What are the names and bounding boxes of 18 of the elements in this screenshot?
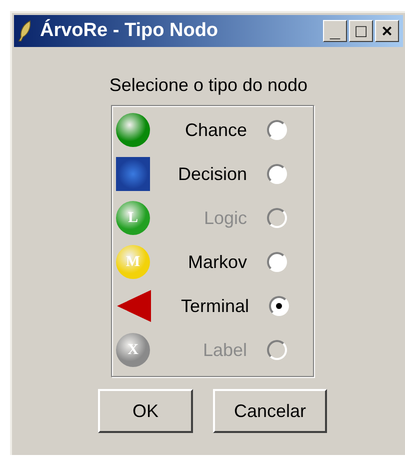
option-label: Markov [186,250,247,274]
ok-button[interactable]: OK [98,389,193,433]
maximize-button[interactable]: □ [349,20,373,42]
close-button[interactable]: × [375,20,399,42]
window-title: ÁrvoRe - Tipo Nodo [40,18,218,43]
option-label: Decision [176,162,247,186]
cancel-button[interactable]: Cancelar [213,389,327,433]
prompt-text: Selecione o tipo do nodo [108,74,309,97]
option-label: Label [202,338,247,362]
radio-button[interactable] [267,164,287,184]
radio-button[interactable] [269,296,289,316]
feather-icon [18,20,32,42]
option-label: Terminal [180,294,249,318]
option-label: Chance [184,118,247,142]
option-label: Logic [202,206,247,230]
minimize-button[interactable]: _ [323,20,347,42]
radio-button[interactable] [267,252,287,272]
radio-button[interactable] [267,120,287,140]
